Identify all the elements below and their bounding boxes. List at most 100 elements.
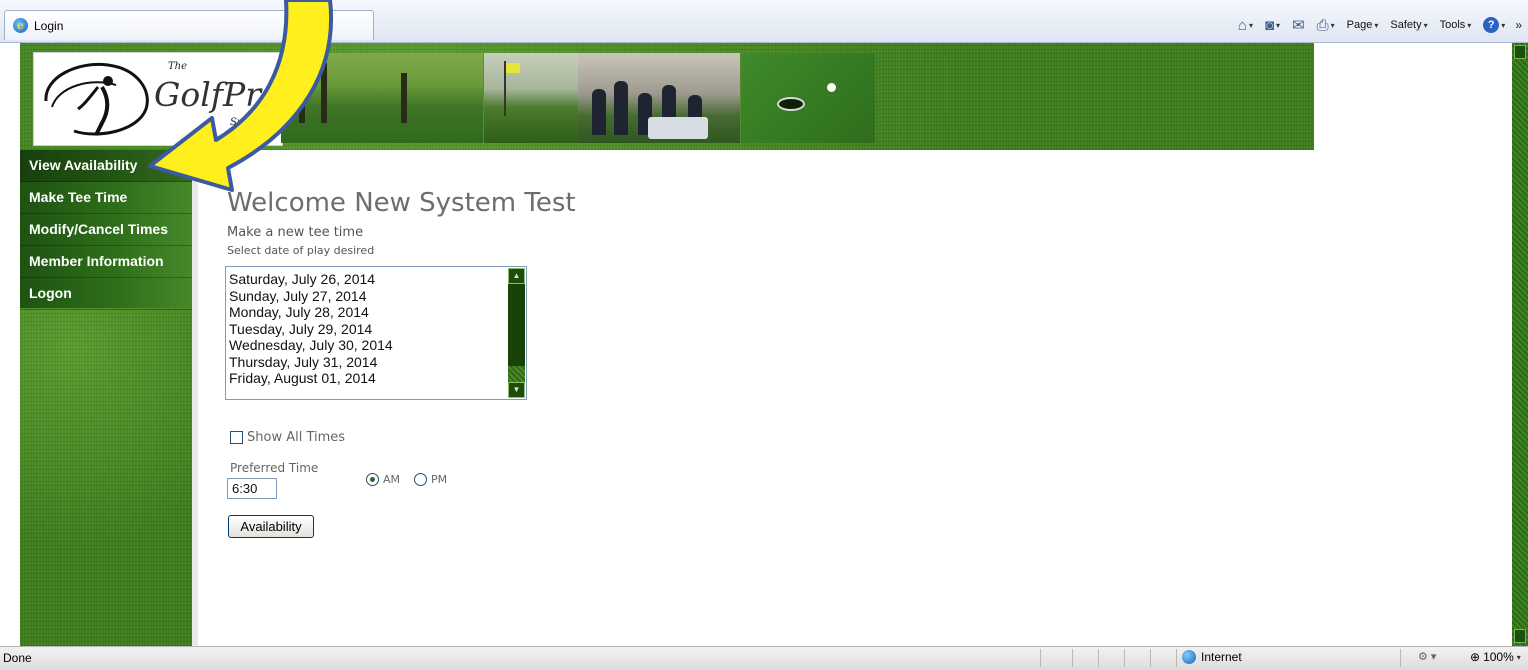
protected-mode-icon[interactable]: ⚙ ▾ — [1418, 650, 1436, 663]
scroll-thumb[interactable] — [508, 284, 525, 366]
date-option[interactable]: Thursday, July 31, 2014 — [229, 354, 393, 371]
dropdown-caret-icon: ▾ — [1501, 20, 1506, 30]
nav-modify-cancel-times[interactable]: Modify/Cancel Times — [20, 214, 192, 246]
tree-trunk — [321, 63, 327, 123]
header-photo-hole — [741, 53, 875, 143]
browser-toolbar: e Login ⌂ ▾ ◙ ▾ ✉ ⎙ ▾ Page ▾ Safety ▾ Tools ▾ … — [0, 0, 1528, 43]
page-menu-label: Page — [1346, 19, 1373, 31]
scroll-down-icon[interactable] — [1514, 629, 1526, 643]
nav-make-tee-time[interactable]: Make Tee Time — [20, 182, 192, 214]
golf-flag-icon — [506, 63, 520, 73]
status-divider — [1040, 649, 1041, 667]
preferred-time-label: Preferred Time — [230, 461, 319, 475]
listbox-scrollbar[interactable]: ▲ ▼ — [508, 268, 525, 398]
header-photo-golfers — [578, 53, 740, 143]
tools-menu[interactable]: Tools ▾ — [1438, 19, 1474, 31]
dropdown-caret-icon: ▾ — [1374, 20, 1379, 30]
status-text: Done — [3, 651, 32, 665]
status-bar: Done Internet ⚙ ▾ ⊕ 100% ▾ — [0, 646, 1528, 670]
status-divider — [1176, 649, 1177, 667]
safety-menu[interactable]: Safety ▾ — [1388, 19, 1429, 31]
feeds-button[interactable]: ◙ ▾ — [1263, 17, 1282, 34]
dropdown-caret-icon: ▾ — [1248, 20, 1253, 30]
page-left-margin — [0, 43, 20, 646]
print-button[interactable]: ⎙ ▾ — [1315, 17, 1337, 34]
logo-the-text: The — [168, 61, 188, 72]
zoom-magnifier-icon: ⊕ — [1470, 650, 1481, 664]
printer-icon: ⎙ — [1316, 16, 1329, 34]
date-prompt: Select date of play desired — [227, 244, 375, 257]
status-divider — [1072, 649, 1073, 667]
availability-button[interactable]: Availability — [228, 515, 314, 538]
show-all-times-option[interactable]: Show All Times — [230, 430, 345, 445]
show-all-times-label: Show All Times — [247, 430, 346, 445]
sidebar: View Availability Make Tee Time Modify/C… — [20, 150, 198, 646]
status-divider — [1124, 649, 1125, 667]
golf-ball-icon — [827, 83, 836, 92]
nav-view-availability[interactable]: View Availability — [20, 150, 192, 182]
show-all-times-checkbox[interactable] — [230, 431, 243, 444]
page-scrollbar[interactable] — [1512, 43, 1528, 646]
browser-tab[interactable]: e Login — [4, 10, 374, 40]
home-button[interactable]: ⌂ ▾ — [1236, 17, 1255, 34]
scroll-up-icon[interactable] — [1514, 45, 1526, 59]
command-bar: ⌂ ▾ ◙ ▾ ✉ ⎙ ▾ Page ▾ Safety ▾ Tools ▾ ? ▾ » — [1236, 12, 1522, 38]
golfer-figure — [592, 89, 606, 135]
help-menu[interactable]: ? ▾ — [1481, 17, 1507, 33]
date-listbox[interactable]: Saturday, July 26, 2014 Sunday, July 27,… — [225, 266, 527, 400]
am-radio[interactable] — [366, 473, 379, 486]
scroll-up-arrow-icon[interactable]: ▲ — [508, 268, 525, 284]
dropdown-caret-icon: ▾ — [1330, 20, 1335, 30]
date-option[interactable]: Saturday, July 26, 2014 — [229, 271, 393, 288]
date-option[interactable]: Friday, August 01, 2014 — [229, 370, 393, 387]
preferred-time-input[interactable] — [227, 478, 277, 499]
tree-trunk — [299, 53, 305, 123]
read-mail-button[interactable]: ✉ — [1290, 16, 1307, 34]
page-title: Welcome New System Test — [227, 188, 576, 218]
nav-member-information[interactable]: Member Information — [20, 246, 192, 278]
scroll-down-arrow-icon[interactable]: ▼ — [508, 382, 525, 398]
golfpro-logo: The GolfPro System — [33, 52, 283, 146]
date-option[interactable]: Wednesday, July 30, 2014 — [229, 337, 393, 354]
pm-label: PM — [431, 473, 448, 486]
sidebar-nav: View Availability Make Tee Time Modify/C… — [20, 150, 192, 310]
golf-hole-icon — [777, 97, 805, 111]
golfer-figure — [614, 81, 628, 135]
zoom-control[interactable]: ⊕ 100% ▾ — [1470, 650, 1521, 664]
golf-cart — [648, 117, 708, 139]
security-zone[interactable]: Internet — [1182, 650, 1242, 664]
ie-logo-icon: e — [13, 18, 28, 33]
page-subtitle: Make a new tee time — [227, 225, 364, 240]
dropdown-caret-icon: ▾ — [1516, 652, 1521, 662]
mail-icon: ✉ — [1292, 17, 1305, 34]
am-pm-radio-group: AM PM — [366, 473, 447, 486]
date-option[interactable]: Tuesday, July 29, 2014 — [229, 321, 393, 338]
am-label: AM — [383, 473, 401, 486]
zoom-level: 100% — [1483, 650, 1514, 664]
scroll-track[interactable] — [508, 366, 525, 382]
status-divider — [1400, 649, 1401, 667]
pm-radio[interactable] — [414, 473, 428, 486]
header-photo-flag — [484, 53, 578, 143]
logo-name-text: GolfPro — [154, 75, 281, 114]
help-icon: ? — [1483, 17, 1500, 33]
tree-trunk — [401, 73, 407, 123]
dropdown-caret-icon: ▾ — [1276, 20, 1281, 30]
rss-feed-icon: ◙ — [1264, 16, 1275, 34]
dropdown-caret-icon: ▾ — [1467, 20, 1472, 30]
logo-system-text: System — [230, 117, 268, 128]
header-photo-fairway — [281, 53, 483, 143]
dropdown-caret-icon: ▾ — [1423, 20, 1428, 30]
tools-menu-label: Tools — [1439, 19, 1466, 31]
page-menu[interactable]: Page ▾ — [1345, 19, 1381, 31]
toolbar-overflow-icon[interactable]: » — [1515, 18, 1522, 32]
date-option[interactable]: Monday, July 28, 2014 — [229, 304, 393, 321]
safety-menu-label: Safety — [1390, 19, 1422, 31]
internet-globe-icon — [1182, 650, 1196, 664]
date-options: Saturday, July 26, 2014 Sunday, July 27,… — [229, 271, 393, 387]
home-icon: ⌂ — [1237, 16, 1247, 34]
nav-logon[interactable]: Logon — [20, 278, 192, 310]
status-divider — [1150, 649, 1151, 667]
date-option[interactable]: Sunday, July 27, 2014 — [229, 288, 393, 305]
tab-title: Login — [34, 18, 64, 33]
